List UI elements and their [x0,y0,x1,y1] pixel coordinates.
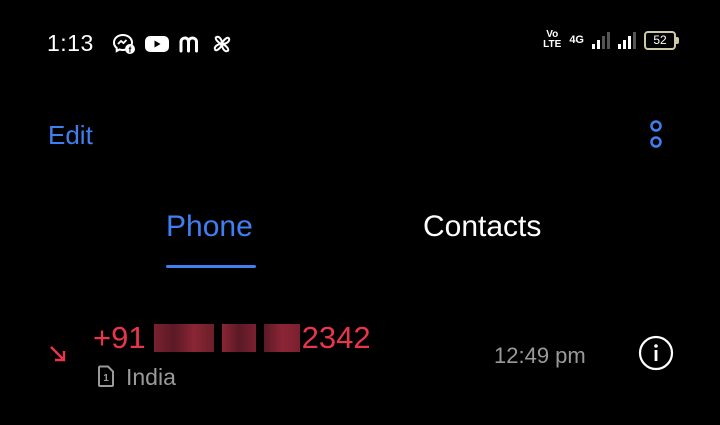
pinwheel-icon [210,32,234,61]
svg-text:f: f [129,46,132,55]
redacted-digits [153,324,214,352]
messenger-icon: f [112,33,136,60]
battery-level: 52 [653,32,667,47]
info-icon [638,335,674,371]
call-log-item[interactable]: +91 2342 1 India 12:49 pm [0,310,720,405]
missed-call-arrow-icon [48,344,68,369]
notification-icons: f [112,32,234,61]
call-number: +91 2342 [93,320,371,356]
system-icons: Vo LTE 4G 52 [543,29,679,50]
more-options-button[interactable] [645,118,667,150]
svg-text:1: 1 [103,373,109,384]
edit-button[interactable]: Edit [48,120,93,151]
volte-indicator: Vo LTE [543,29,562,50]
meesho-icon [178,34,202,59]
call-time: 12:49 pm [494,343,586,368]
call-location: India [126,364,176,390]
tab-contacts[interactable]: Contacts [423,210,541,244]
sim-card-icon: 1 [97,365,115,392]
youtube-icon [144,34,170,59]
status-time: 1:13 [47,30,94,56]
battery-icon: 52 [644,30,679,50]
redacted-digits [263,324,300,352]
redacted-digits [221,324,256,352]
tab-phone[interactable]: Phone [166,210,253,244]
number-prefix: +91 [93,320,146,355]
more-vertical-icon [650,120,662,148]
signal-bars-sim1-icon [592,31,610,49]
active-tab-indicator [166,265,256,268]
network-type: 4G [569,34,584,46]
signal-bars-sim2-icon [618,31,636,49]
call-info-button[interactable] [638,335,674,371]
number-tail: 2342 [301,320,371,355]
